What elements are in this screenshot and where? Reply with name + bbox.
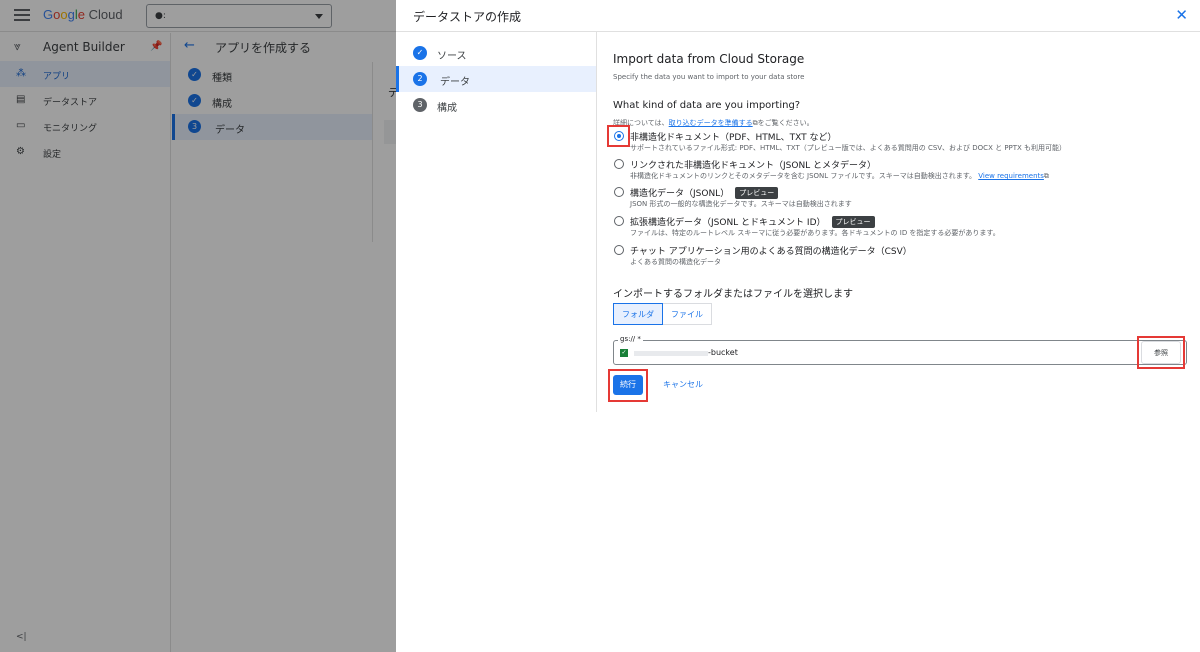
radio-button[interactable]	[614, 245, 624, 255]
wizard-step-config[interactable]: 3 構成	[396, 92, 596, 118]
option-faq-csv[interactable]: チャット アプリケーション用のよくある質問の構造化データ（CSV） よくある質問…	[613, 244, 1193, 270]
divider	[596, 32, 597, 412]
redacted-text	[634, 351, 708, 356]
view-requirements-link[interactable]: View requirements	[978, 172, 1044, 180]
wizard-step-data[interactable]: 2 データ	[396, 66, 596, 92]
wizard-steps: ✓ ソース 2 データ 3 構成	[396, 40, 596, 118]
cancel-button[interactable]: キャンセル	[663, 375, 703, 395]
check-icon: ✓	[413, 46, 427, 60]
data-kind-question: What kind of data are you importing?	[613, 100, 801, 111]
prepare-data-link[interactable]: 取り込むデータを準備する	[669, 119, 753, 127]
select-source-title: インポートするフォルダまたはファイルを選択します	[613, 289, 853, 300]
option-structured[interactable]: 構造化データ（JSONL） プレビュー JSON 形式の一般的な構造化データです。…	[613, 186, 1193, 212]
folder-file-toggle: フォルダ ファイル	[613, 303, 712, 325]
file-toggle-button[interactable]: ファイル	[663, 303, 712, 325]
create-datastore-panel: データストアの作成 ✕ ✓ ソース 2 データ 3 構成 Import data…	[396, 0, 1200, 652]
radio-button[interactable]	[614, 216, 624, 226]
section-heading: Import data from Cloud Storage	[613, 52, 805, 66]
option-extended-structured[interactable]: 拡張構造化データ（JSONL とドキュメント ID） プレビュー ファイルは、特定…	[613, 215, 1193, 241]
radio-button[interactable]	[614, 187, 624, 197]
step-number: 2	[413, 72, 427, 86]
folder-toggle-button[interactable]: フォルダ	[613, 303, 663, 325]
gcs-path-input[interactable]: gs:// * ✓ -bucket	[613, 335, 1187, 365]
wizard-step-source[interactable]: ✓ ソース	[396, 40, 596, 66]
gcs-path-label: gs:// *	[618, 335, 643, 343]
external-link-icon: ⧉	[1043, 172, 1049, 180]
preview-badge: プレビュー	[831, 216, 875, 228]
option-linked-unstructured[interactable]: リンクされた非構造化ドキュメント（JSONL とメタデータ） 非構造化ドキュメン…	[613, 158, 1193, 184]
bucket-check-icon: ✓	[620, 349, 628, 357]
option-unstructured[interactable]: 非構造化ドキュメント（PDF、HTML、TXT など） サポートされているファイ…	[613, 130, 1193, 156]
radio-button[interactable]	[614, 159, 624, 169]
step-number: 3	[413, 98, 427, 112]
gcs-path-value: -bucket	[708, 348, 738, 357]
highlight-box	[607, 125, 630, 147]
section-subheading: Specify the data you want to import to y…	[613, 73, 805, 81]
import-form: Import data from Cloud Storage Specify t…	[607, 0, 1193, 652]
highlight-box	[608, 369, 648, 402]
data-kind-hint: 詳細については、取り込むデータを準備する⧉をご覧ください。	[613, 119, 814, 127]
panel-title: データストアの作成	[413, 10, 522, 24]
highlight-box	[1137, 336, 1185, 369]
preview-badge: プレビュー	[735, 187, 779, 199]
